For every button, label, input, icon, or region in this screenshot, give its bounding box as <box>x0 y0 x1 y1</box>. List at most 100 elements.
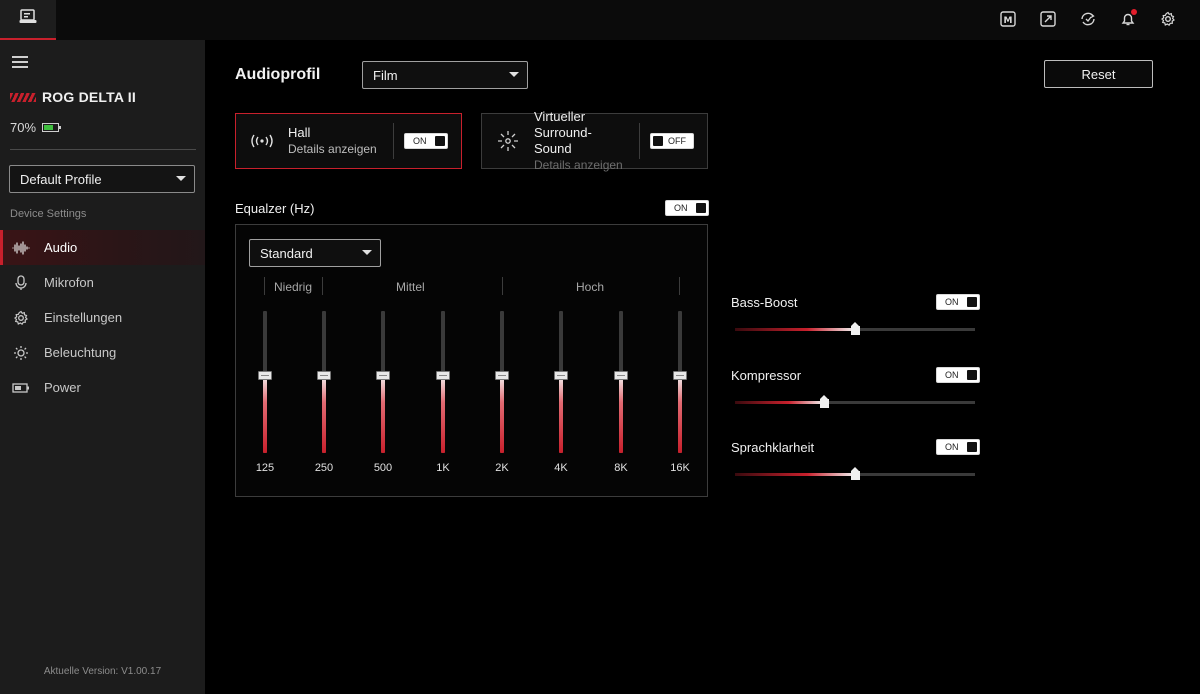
surround-details-link[interactable]: Details anzeigen <box>534 157 639 173</box>
eq-band-slider[interactable] <box>309 311 339 455</box>
compressor-slider[interactable] <box>735 395 975 408</box>
sidebar-item-label: Beleuchtung <box>44 345 117 360</box>
eq-group-divider <box>322 277 323 295</box>
sidebar-item-audio[interactable]: Audio <box>0 230 205 265</box>
sidebar-item-label: Mikrofon <box>44 275 94 290</box>
audio-profile-dropdown[interactable]: Film <box>362 61 528 89</box>
audio-wave-icon <box>12 239 30 257</box>
eq-band-slider[interactable] <box>606 311 636 455</box>
expand-icon[interactable] <box>1038 8 1058 30</box>
bass-boost-toggle[interactable]: ON <box>936 294 980 310</box>
sidebar-item-beleuchtung[interactable]: Beleuchtung <box>0 335 205 370</box>
profile-dropdown-value: Default Profile <box>20 171 102 187</box>
toggle-state: OFF <box>668 136 686 146</box>
eq-slider-thumb[interactable] <box>554 371 568 380</box>
version-label: Aktuelle Version: V1.00.17 <box>43 666 162 677</box>
eq-slider-thumb[interactable] <box>436 371 450 380</box>
notification-bell-icon[interactable] <box>1118 8 1138 30</box>
hall-toggle[interactable]: ON <box>404 133 448 149</box>
compressor-toggle[interactable]: ON <box>936 367 980 383</box>
compressor-label: Kompressor <box>731 368 802 383</box>
hamburger-menu-icon[interactable] <box>12 56 28 68</box>
eq-slider-thumb[interactable] <box>317 371 331 380</box>
sidebar-item-label: Power <box>44 380 81 395</box>
hall-card[interactable]: Hall Details anzeigen ON <box>235 113 462 169</box>
sidebar: ROG DELTA II 70% Default Profile Device … <box>0 40 205 694</box>
eq-frequency-label: 1K <box>436 462 450 474</box>
sidebar-item-power[interactable]: Power <box>0 370 205 405</box>
reverb-icon <box>236 131 288 151</box>
eq-slider-thumb[interactable] <box>614 371 628 380</box>
microphone-icon <box>12 274 30 292</box>
gear-icon <box>12 309 30 327</box>
eq-frequency-label: 2K <box>495 462 509 474</box>
eq-slider-fill <box>441 375 445 453</box>
device-app-tab[interactable] <box>0 0 56 40</box>
main-content: Audioprofil Film Reset Hall Details anze… <box>205 40 1200 694</box>
eq-band-slider[interactable] <box>428 311 458 455</box>
surround-title-line2: Sound <box>534 141 572 156</box>
eq-band-slider[interactable] <box>665 311 695 455</box>
rog-logo-icon <box>10 92 36 102</box>
eq-band-slider[interactable] <box>546 311 576 455</box>
eq-slider-thumb[interactable] <box>258 371 272 380</box>
equalizer-toggle[interactable]: ON <box>665 200 709 216</box>
eq-slider-thumb[interactable] <box>673 371 687 380</box>
chevron-down-icon <box>509 72 519 77</box>
settings-gear-icon[interactable] <box>1158 8 1178 30</box>
card-divider <box>639 123 640 159</box>
sidebar-item-mikrofon[interactable]: Mikrofon <box>0 265 205 300</box>
eq-preset-dropdown[interactable]: Standard <box>249 239 381 267</box>
voice-clarity-slider[interactable] <box>735 467 975 480</box>
hall-title: Hall <box>288 125 311 140</box>
compressor-slider-thumb[interactable] <box>819 395 829 408</box>
surround-card[interactable]: Virtueller Surround- Sound Details anzei… <box>481 109 708 172</box>
page-title: Audioprofil <box>235 66 321 83</box>
top-bar: M <box>0 0 1200 40</box>
toggle-state: ON <box>945 442 959 452</box>
surround-toggle[interactable]: OFF <box>650 133 694 149</box>
surround-sound-icon <box>482 129 534 153</box>
toggle-state: ON <box>674 203 688 213</box>
reset-button[interactable]: Reset <box>1044 60 1153 88</box>
eq-band-slider[interactable] <box>250 311 280 455</box>
chevron-down-icon <box>176 176 186 181</box>
eq-frequency-label: 125 <box>255 462 275 474</box>
sidebar-item-einstellungen[interactable]: Einstellungen <box>0 300 205 335</box>
surround-title-line1: Virtueller Surround- <box>534 109 592 140</box>
voice-clarity-toggle[interactable]: ON <box>936 439 980 455</box>
bass-boost-slider[interactable] <box>735 322 975 335</box>
eq-slider-fill <box>322 375 326 453</box>
eq-slider-fill <box>559 375 563 453</box>
equalizer-panel: Standard Niedrig Mittel Hoch 125 250 500 1K… <box>235 224 708 497</box>
sync-icon[interactable] <box>1078 8 1098 30</box>
profile-dropdown[interactable]: Default Profile <box>9 165 195 193</box>
eq-slider-thumb[interactable] <box>495 371 509 380</box>
voice-clarity-slider-thumb[interactable] <box>851 467 860 480</box>
battery-icon <box>12 379 30 397</box>
bass-boost-label: Bass-Boost <box>731 295 798 310</box>
hall-details-link[interactable]: Details anzeigen <box>288 141 393 157</box>
svg-text:M: M <box>1004 16 1013 26</box>
battery-icon <box>42 123 62 132</box>
voice-clarity-label: Sprachklarheit <box>731 440 815 455</box>
audio-profile-value: Film <box>373 67 398 83</box>
eq-slider-fill <box>500 375 504 453</box>
eq-frequency-label: 500 <box>373 462 393 474</box>
toggle-state: ON <box>945 297 959 307</box>
eq-group-divider <box>264 277 265 295</box>
battery-percent: 70% <box>10 120 37 135</box>
bass-boost-slider-thumb[interactable] <box>851 322 860 335</box>
card-divider <box>393 123 394 159</box>
eq-slider-fill <box>678 375 682 453</box>
eq-slider-fill <box>263 375 267 453</box>
eq-group-low: Niedrig <box>274 280 313 294</box>
eq-band-slider[interactable] <box>487 311 517 455</box>
eq-band-slider[interactable] <box>368 311 398 455</box>
device-name: ROG DELTA II <box>42 89 136 105</box>
battery-status: 70% <box>10 120 62 135</box>
eq-slider-thumb[interactable] <box>376 371 390 380</box>
eq-slider-fill <box>381 375 385 453</box>
macro-icon[interactable]: M <box>998 8 1018 30</box>
notification-dot <box>1131 9 1137 15</box>
